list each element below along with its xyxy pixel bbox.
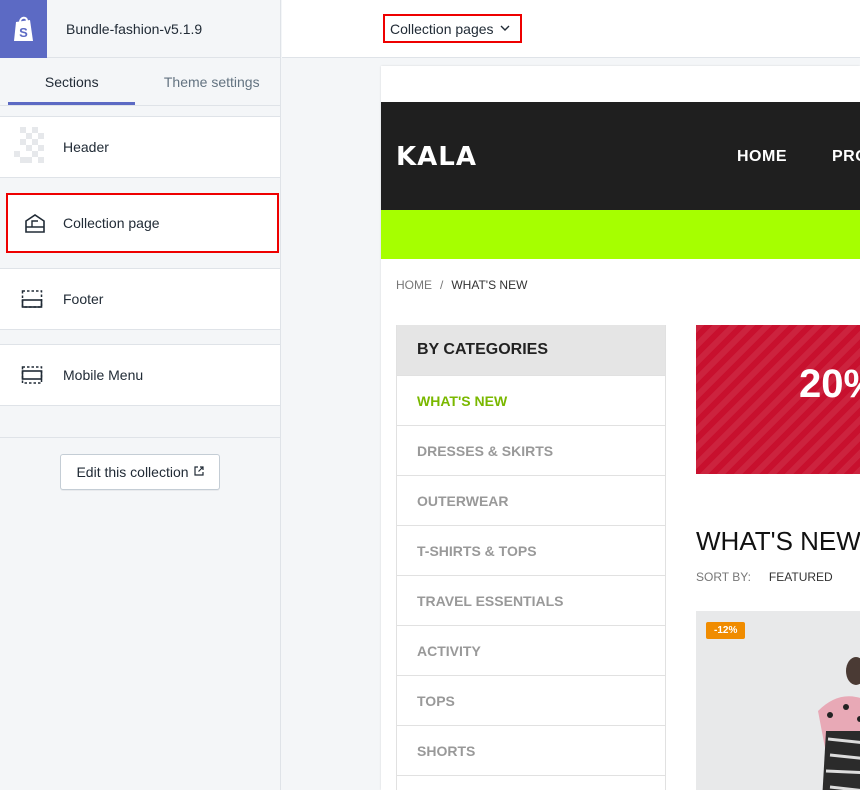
store-header: KALA HOME PRO <box>381 102 860 210</box>
category-item[interactable]: ACTIVITY <box>397 625 665 675</box>
collection-template-icon <box>6 213 63 233</box>
category-item[interactable]: DRESSES & SKIRTS <box>397 425 665 475</box>
section-label: Footer <box>63 291 104 307</box>
category-item[interactable]: WHAT'S NEW <box>397 375 665 425</box>
edit-collection-button[interactable]: Edit this collection <box>60 454 220 490</box>
footer-layout-icon <box>0 289 63 309</box>
sidebar-tabs: Sections Theme settings <box>0 58 280 106</box>
section-label: Collection page <box>63 215 160 231</box>
preview-top-bar: Collection pages <box>282 0 860 58</box>
breadcrumb-current: WHAT'S NEW <box>451 278 528 292</box>
promo-text: 20% <box>799 362 860 406</box>
page-type-selector[interactable]: Collection pages <box>383 14 522 43</box>
announcement-bar <box>381 210 860 259</box>
section-label: Mobile Menu <box>63 367 144 383</box>
tab-theme-settings[interactable]: Theme settings <box>143 58 280 105</box>
category-item[interactable]: T-SHIRTS & TOPS <box>397 525 665 575</box>
section-item-mobile-menu[interactable]: Mobile Menu <box>0 344 280 406</box>
svg-text:S: S <box>19 25 28 40</box>
breadcrumb-separator: / <box>440 278 444 292</box>
page-type-value: Collection pages <box>390 20 494 37</box>
discount-badge: -12% <box>706 622 746 639</box>
mobile-menu-layout-icon <box>0 365 63 385</box>
section-item-header[interactable]: Header <box>0 116 280 178</box>
theme-editor-sidebar: S Bundle-fashion-v5.1.9 Sections Theme s… <box>0 0 281 790</box>
promo-banner[interactable]: 20% <box>696 325 860 474</box>
category-sidebar: BY CATEGORIES WHAT'S NEW DRESSES & SKIRT… <box>396 325 666 790</box>
nav-home[interactable]: HOME <box>737 148 787 166</box>
store-logo[interactable]: KALA <box>396 142 477 172</box>
collection-title: WHAT'S NEW <box>696 526 860 556</box>
category-heading: BY CATEGORIES <box>397 325 665 375</box>
tab-sections[interactable]: Sections <box>0 58 143 105</box>
section-item-footer[interactable]: Footer <box>0 268 280 330</box>
nav-products[interactable]: PRO <box>832 148 860 166</box>
category-item[interactable]: SHORTS <box>397 725 665 775</box>
shopify-logo-icon[interactable]: S <box>0 0 47 58</box>
external-link-icon <box>193 465 204 479</box>
sidebar-divider <box>0 437 280 438</box>
category-item[interactable]: OUTERWEAR <box>397 475 665 525</box>
product-card[interactable]: -12% <box>696 611 860 790</box>
theme-name: Bundle-fashion-v5.1.9 <box>66 20 203 37</box>
category-item[interactable] <box>397 775 665 790</box>
section-item-collection-page[interactable]: Collection page <box>6 193 279 253</box>
chevron-down-icon <box>500 23 510 34</box>
sort-control[interactable]: SORT BY: FEATURED <box>696 570 860 584</box>
category-item[interactable]: TRAVEL ESSENTIALS <box>397 575 665 625</box>
breadcrumb: HOME / WHAT'S NEW <box>396 278 527 292</box>
sort-value: FEATURED <box>768 570 833 584</box>
storefront-preview: KALA HOME PRO HOME / WHAT'S NEW BY CATEG… <box>381 66 860 790</box>
edit-collection-label: Edit this collection <box>76 464 189 480</box>
sidebar-top-bar: S Bundle-fashion-v5.1.9 <box>0 0 280 58</box>
header-placeholder-icon <box>0 127 63 167</box>
product-image <box>818 657 860 790</box>
category-item[interactable]: TOPS <box>397 675 665 725</box>
breadcrumb-home[interactable]: HOME <box>396 278 432 292</box>
sort-label: SORT BY: <box>696 570 751 584</box>
section-label: Header <box>63 139 109 155</box>
